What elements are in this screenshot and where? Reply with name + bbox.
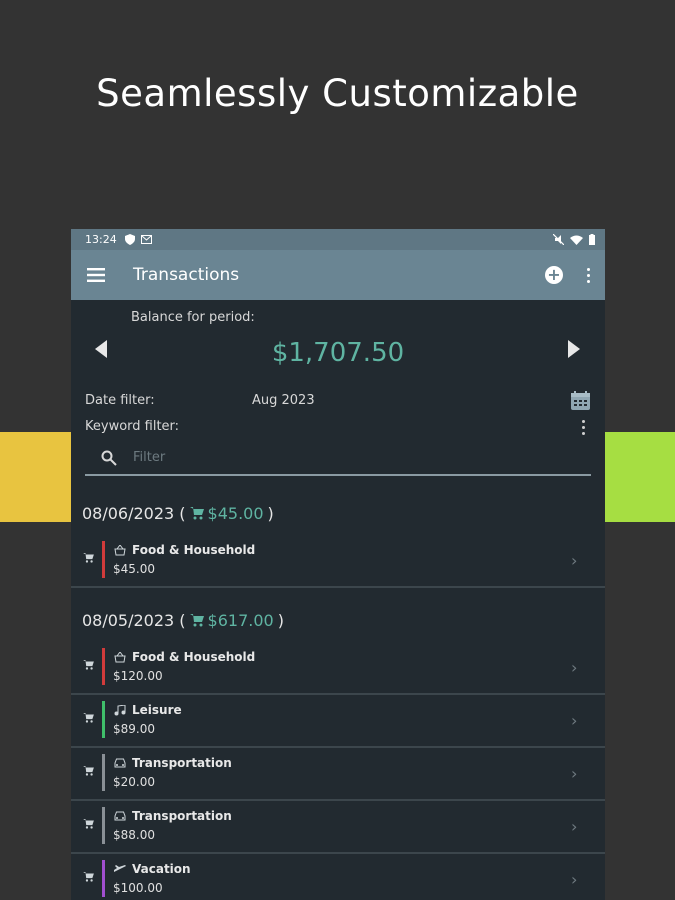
next-period-arrow-icon[interactable] [568, 340, 580, 358]
transaction-category: Transportation [132, 756, 232, 770]
balance-value: $1,707.50 [271, 338, 405, 368]
transaction-row[interactable]: Leisure $89.00 › [71, 695, 605, 748]
balance-panel: Balance for period: $1,707.50 Date filte… [71, 300, 605, 490]
wifi-icon [570, 235, 583, 245]
category-color-bar [102, 701, 105, 738]
date-filter-label: Date filter: [85, 393, 155, 408]
group-date: 08/05/2023 ( [82, 610, 186, 630]
transaction-list: 08/06/2023 ( $45.00 ) Food & Household $… [71, 491, 605, 900]
transaction-row[interactable]: Vacation $100.00 › [71, 854, 605, 900]
transaction-row[interactable]: Food & Household $45.00 › [71, 535, 605, 588]
cart-icon [83, 660, 94, 670]
cart-icon [83, 713, 94, 723]
search-field[interactable]: Filter [85, 442, 591, 476]
category-color-bar [102, 541, 105, 578]
left-color-band [0, 432, 72, 522]
transaction-row[interactable]: Transportation $88.00 › [71, 801, 605, 854]
transaction-category: Food & Household [132, 650, 256, 664]
cart-icon [189, 506, 204, 519]
transaction-amount: $120.00 [113, 669, 163, 683]
status-bar: 13:24 [71, 229, 605, 250]
menu-icon[interactable] [87, 268, 105, 282]
date-filter-value[interactable]: Aug 2023 [252, 393, 315, 408]
keyword-options-icon[interactable] [578, 420, 588, 435]
date-group-header: 08/05/2023 ( $617.00 ) [71, 598, 605, 642]
cart-icon [83, 872, 94, 882]
group-close-paren: ) [267, 503, 274, 523]
category-color-bar [102, 648, 105, 685]
chevron-right-icon: › [571, 764, 578, 783]
app-bar: Transactions + [71, 250, 605, 300]
chevron-right-icon: › [571, 658, 578, 677]
transaction-amount: $88.00 [113, 828, 155, 842]
group-total: $45.00 [207, 503, 264, 523]
cart-icon [83, 819, 94, 829]
cart-icon [83, 766, 94, 776]
group-close-paren: ) [277, 610, 284, 630]
car-icon [114, 758, 126, 768]
balance-label: Balance for period: [131, 310, 255, 325]
battery-icon [589, 234, 595, 245]
chevron-right-icon: › [571, 817, 578, 836]
category-color-bar [102, 754, 105, 791]
category-color-bar [102, 807, 105, 844]
music-icon [114, 705, 126, 716]
search-placeholder: Filter [133, 450, 166, 465]
transaction-row[interactable]: Transportation $20.00 › [71, 748, 605, 801]
car-icon [114, 811, 126, 821]
group-total: $617.00 [207, 610, 274, 630]
transaction-row[interactable]: Food & Household $120.00 › [71, 642, 605, 695]
basket-icon [114, 545, 126, 556]
right-color-band [604, 432, 675, 522]
transaction-category: Transportation [132, 809, 232, 823]
add-transaction-button[interactable]: + [545, 266, 563, 284]
more-options-icon[interactable] [583, 267, 593, 283]
plane-icon [114, 865, 126, 872]
shield-icon [124, 234, 135, 245]
chevron-right-icon: › [571, 551, 578, 570]
chevron-right-icon: › [571, 711, 578, 730]
transaction-category: Vacation [132, 862, 191, 876]
group-date: 08/06/2023 ( [82, 503, 186, 523]
transaction-category: Food & Household [132, 543, 256, 557]
transaction-amount: $45.00 [113, 562, 155, 576]
status-time: 13:24 [85, 233, 117, 246]
app-title: Transactions [133, 265, 240, 285]
chevron-right-icon: › [571, 870, 578, 889]
cart-icon [83, 553, 94, 563]
phone-screen: 13:24 Transactions + Balance for period:… [71, 229, 605, 900]
date-group-header: 08/06/2023 ( $45.00 ) [71, 491, 605, 535]
page-headline: Seamlessly Customizable [96, 72, 579, 115]
transaction-amount: $100.00 [113, 881, 163, 895]
gmail-icon [140, 235, 152, 244]
search-icon [101, 450, 117, 466]
transaction-amount: $89.00 [113, 722, 155, 736]
transaction-category: Leisure [132, 703, 182, 717]
basket-icon [114, 652, 126, 663]
category-color-bar [102, 860, 105, 897]
calendar-icon[interactable] [571, 391, 590, 410]
keyword-filter-label: Keyword filter: [85, 419, 180, 434]
transaction-amount: $20.00 [113, 775, 155, 789]
mute-icon [553, 234, 564, 245]
cart-icon [189, 613, 204, 626]
